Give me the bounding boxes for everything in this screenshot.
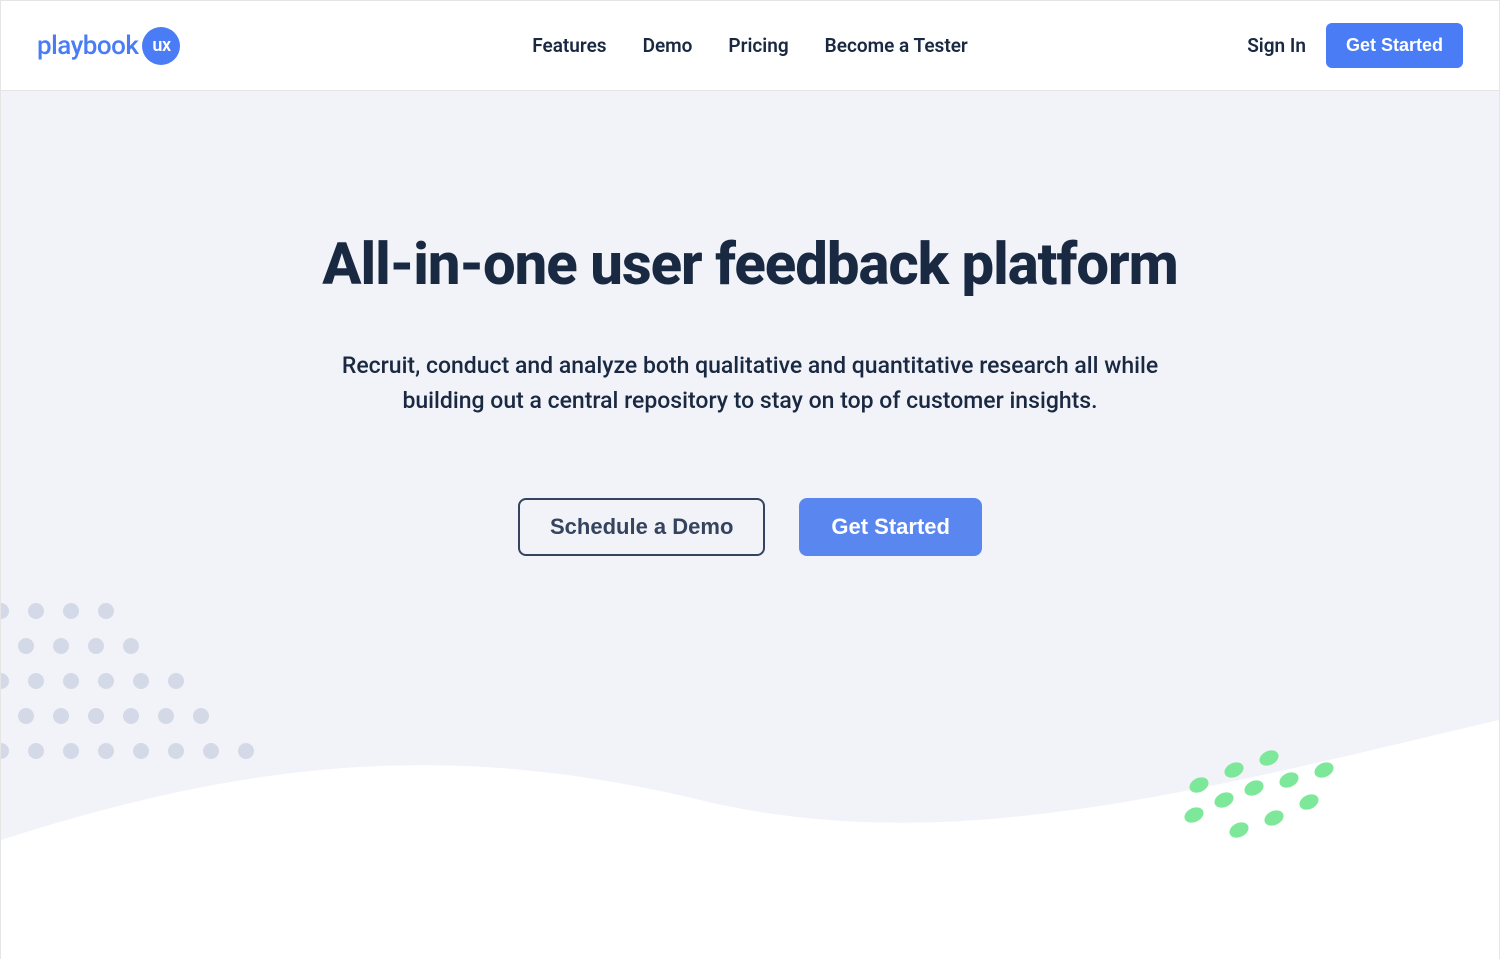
schedule-demo-button[interactable]: Schedule a Demo — [518, 498, 765, 556]
header-actions: Sign In Get Started — [1247, 23, 1463, 68]
hero-title: All-in-one user feedback platform — [1, 231, 1499, 299]
logo[interactable]: playbook ux — [37, 27, 180, 65]
get-started-button-hero[interactable]: Get Started — [799, 498, 982, 556]
signin-link[interactable]: Sign In — [1247, 34, 1306, 57]
hero-actions: Schedule a Demo Get Started — [1, 498, 1499, 556]
hero-subtitle: Recruit, conduct and analyze both qualit… — [335, 349, 1165, 418]
nav-pricing[interactable]: Pricing — [728, 34, 788, 57]
header: playbook ux Features Demo Pricing Become… — [1, 1, 1499, 91]
get-started-button-header[interactable]: Get Started — [1326, 23, 1463, 68]
hero-section: All-in-one user feedback platform Recrui… — [1, 91, 1499, 960]
nav-demo[interactable]: Demo — [643, 34, 693, 57]
green-dots-decoration-icon — [1179, 740, 1339, 850]
nav-become-tester[interactable]: Become a Tester — [825, 34, 968, 57]
logo-badge: ux — [142, 27, 180, 65]
logo-text: playbook — [37, 31, 138, 61]
nav-features[interactable]: Features — [532, 34, 606, 57]
main-nav: Features Demo Pricing Become a Tester — [532, 34, 968, 57]
